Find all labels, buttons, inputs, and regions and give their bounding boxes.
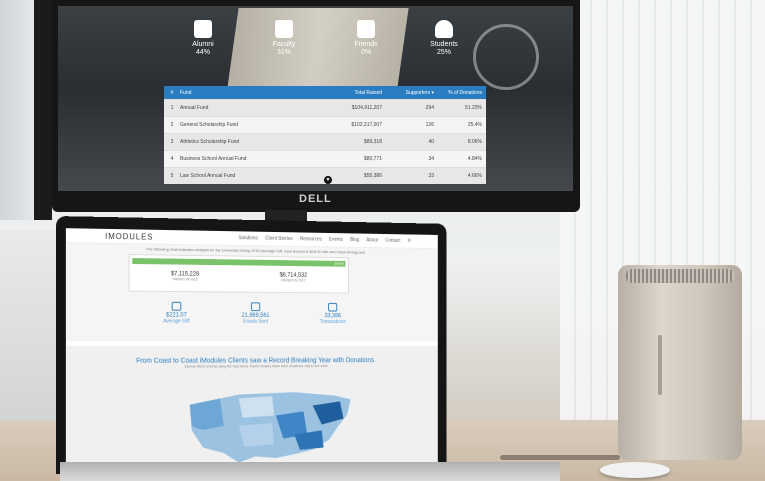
stat-label: Students bbox=[430, 41, 458, 48]
amount-raised-2017: $6,714,532 RAISED IN 2017 bbox=[247, 272, 339, 283]
cell: $102,317,007 bbox=[351, 122, 382, 128]
nav-item-blog[interactable]: Blog bbox=[350, 237, 359, 243]
stat-faculty: Faculty 31% bbox=[244, 20, 324, 57]
handshake-icon bbox=[357, 20, 375, 38]
cell: 40 bbox=[428, 139, 434, 145]
nav-item-events[interactable]: Events bbox=[329, 237, 343, 243]
cell: 34 bbox=[428, 156, 434, 162]
stat-label: Faculty bbox=[272, 41, 296, 48]
stat-value: 0% bbox=[360, 49, 372, 56]
chevron-down-icon[interactable]: ▼ bbox=[324, 176, 332, 184]
cell: Athletics Scholarship Fund bbox=[180, 139, 240, 145]
computer-tower bbox=[618, 265, 742, 460]
tower-slot bbox=[658, 335, 662, 395]
cell: 126 bbox=[425, 122, 434, 128]
stat-friends: Friends 0% bbox=[326, 20, 406, 57]
cell: 294 bbox=[425, 105, 434, 111]
cell: $104,911,207 bbox=[351, 105, 382, 111]
cell: 4 bbox=[170, 156, 174, 162]
header-rank: # bbox=[170, 89, 174, 96]
table-row: 2 General Scholarship Fund $102,317,007 … bbox=[164, 116, 486, 133]
metric-average-gift: $221.07 Average Gift bbox=[148, 301, 205, 325]
nav-item-client-stories[interactable]: Client Stories bbox=[265, 236, 292, 242]
stat-label: Alumni bbox=[192, 41, 214, 48]
metric-emails-sent: 21,969,561 Emails Sent bbox=[228, 302, 284, 325]
second-monitor bbox=[0, 0, 52, 220]
site-logo[interactable]: IMODULES bbox=[105, 231, 153, 241]
laptop-screen: IMODULES Solutions Client Stories Resour… bbox=[65, 228, 438, 470]
stat-alumni: Alumni 44% bbox=[163, 20, 243, 57]
cell: $80,771 bbox=[363, 156, 382, 162]
amount-label: RAISED IN 2017 bbox=[281, 278, 306, 283]
nav-item-about[interactable]: About bbox=[366, 237, 378, 243]
metric-label: Average Gift bbox=[163, 318, 190, 325]
usb-cable bbox=[500, 455, 620, 460]
nav-item-solutions[interactable]: Solutions bbox=[239, 235, 258, 241]
progress-bar: 100% bbox=[132, 258, 346, 267]
cell: 1 bbox=[170, 105, 174, 111]
computer-mouse bbox=[600, 462, 670, 478]
header-fund[interactable]: Fund bbox=[180, 90, 330, 96]
stat-value: 31% bbox=[276, 49, 291, 56]
cell: Business School Annual Fund bbox=[180, 156, 247, 162]
cell: 2 bbox=[170, 122, 174, 128]
cell: 4.66% bbox=[467, 173, 482, 179]
stat-value: 44% bbox=[195, 49, 210, 56]
header-total-raised[interactable]: Total Raised bbox=[330, 90, 382, 96]
desktop-monitor: Alumni 44% Faculty 31% Friends 0% Studen… bbox=[52, 0, 580, 212]
progress-label: 100% bbox=[334, 260, 344, 266]
laptop-keyboard-edge bbox=[60, 462, 560, 481]
table-row: 4 Business School Annual Fund $80,771 34… bbox=[164, 150, 486, 167]
cell: General Scholarship Fund bbox=[180, 122, 239, 128]
cell: 51.23% bbox=[465, 105, 482, 111]
cell: 33 bbox=[428, 173, 434, 179]
envelope-icon bbox=[250, 302, 261, 312]
cell: 5 bbox=[170, 173, 174, 179]
nav-item-resources[interactable]: Resources bbox=[300, 236, 322, 242]
monitor-screen: Alumni 44% Faculty 31% Friends 0% Studen… bbox=[58, 6, 573, 191]
cell: $55,386 bbox=[363, 173, 382, 179]
giving-summary-section: The following chart indicates analysis f… bbox=[65, 243, 438, 342]
progress-card: 100% $7,115,228 RAISED IN 2015 $6,714,53… bbox=[128, 254, 349, 294]
metric-label: Transactions bbox=[319, 319, 346, 325]
tower-vent-grill bbox=[626, 269, 734, 283]
map-subtitle: Explore client revenue using the map bel… bbox=[184, 364, 329, 369]
header-percent[interactable]: % of Donations bbox=[434, 90, 482, 96]
gift-icon bbox=[171, 301, 182, 311]
donor-stats: Alumni 44% Faculty 31% Friends 0% Studen… bbox=[58, 20, 573, 80]
monitor-brand-logo: DELL bbox=[299, 193, 332, 205]
nav-item-contact[interactable]: Contact bbox=[385, 238, 400, 244]
graduation-cap-icon bbox=[194, 20, 212, 38]
person-icon bbox=[435, 20, 453, 38]
stat-students: Students 25% bbox=[404, 20, 484, 57]
cell: $89,318 bbox=[363, 139, 382, 145]
metric-label: Emails Sent bbox=[243, 318, 268, 325]
us-choropleth-map[interactable] bbox=[182, 386, 358, 466]
stat-value: 25% bbox=[436, 49, 451, 56]
metric-transactions: 33,396 Transactions bbox=[305, 302, 359, 325]
chalkboard-icon bbox=[275, 20, 293, 38]
table-row: 1 Annual Fund $104,911,207 294 51.23% bbox=[164, 99, 486, 116]
cell: Law School Annual Fund bbox=[180, 173, 236, 179]
amount-raised-2015: $7,115,228 RAISED IN 2015 bbox=[137, 271, 232, 282]
left-background bbox=[0, 230, 56, 420]
funds-table: # Fund Total Raised Supporters ▾ % of Do… bbox=[164, 86, 486, 184]
cell: 25.4% bbox=[467, 122, 482, 128]
table-header: # Fund Total Raised Supporters ▾ % of Do… bbox=[164, 86, 486, 99]
amount-label: RAISED IN 2015 bbox=[172, 277, 198, 282]
cell: 8.06% bbox=[467, 139, 482, 145]
table-row: 3 Athletics Scholarship Fund $89,318 40 … bbox=[164, 133, 486, 150]
donation-map-section: From Coast to Coast iModules Clients saw… bbox=[65, 345, 438, 470]
search-icon[interactable]: ⚲ bbox=[408, 238, 411, 244]
cell: Annual Fund bbox=[180, 105, 209, 111]
stat-label: Friends bbox=[354, 41, 378, 48]
cell: 4.84% bbox=[467, 156, 482, 162]
money-icon bbox=[328, 302, 338, 312]
cell: 3 bbox=[170, 139, 174, 145]
header-supporters[interactable]: Supporters ▾ bbox=[382, 90, 434, 96]
laptop: IMODULES Solutions Client Stories Resour… bbox=[56, 216, 447, 474]
